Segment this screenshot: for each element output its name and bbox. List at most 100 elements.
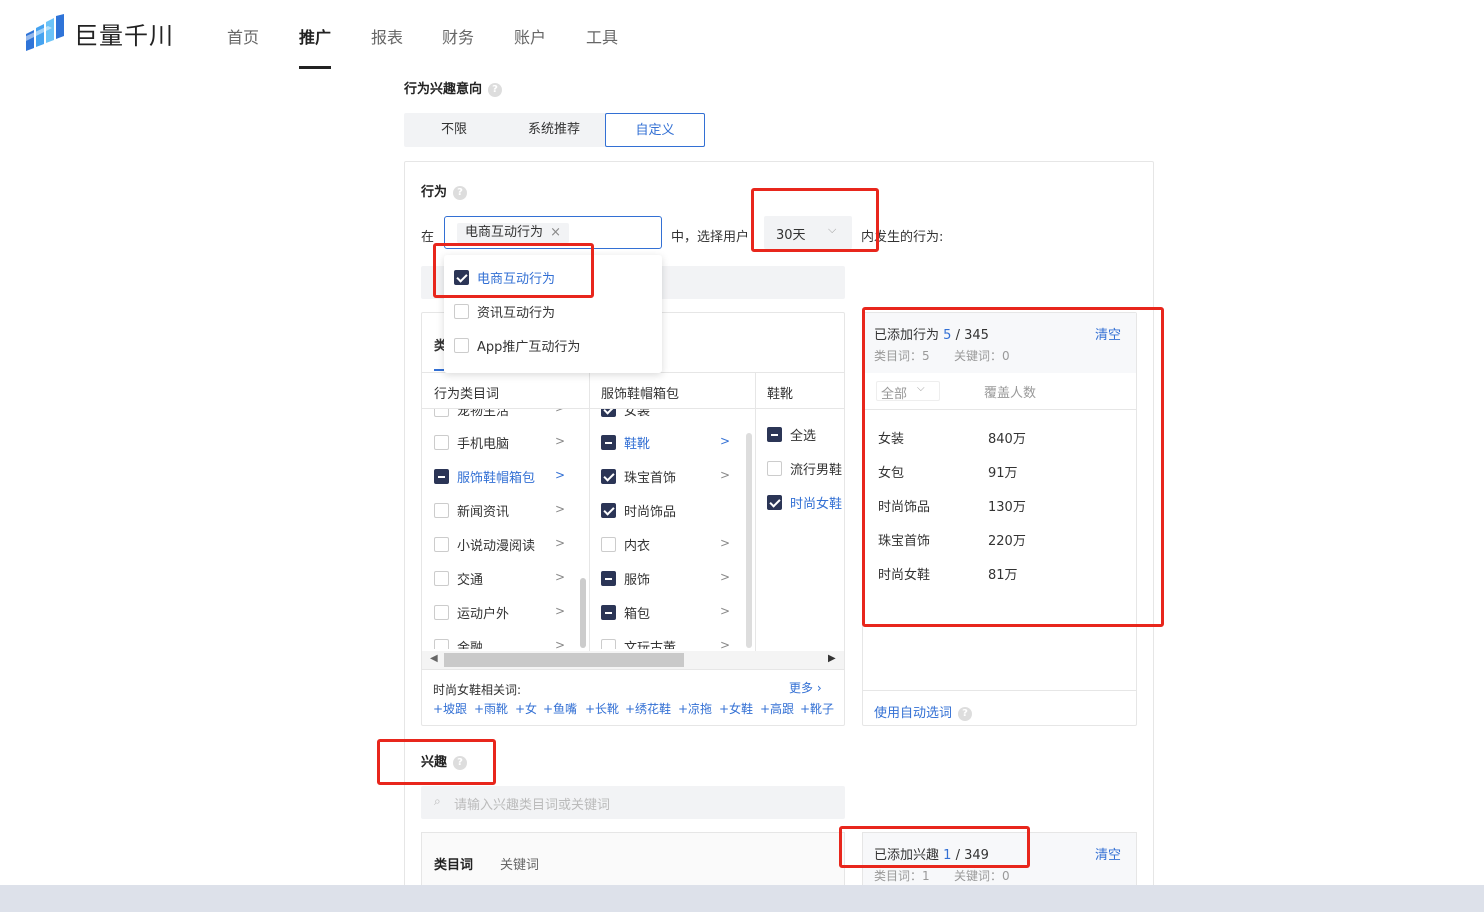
scroll-thumb[interactable] (444, 653, 684, 667)
scroll-right-icon[interactable]: ▶ (828, 653, 836, 664)
behavior-scene-select[interactable]: 电商互动行为 × (444, 216, 662, 249)
brand-logo[interactable]: 巨量千川 (22, 14, 174, 52)
checkbox[interactable] (767, 460, 782, 476)
related-word[interactable]: +鱼嘴 (543, 700, 577, 717)
related-word[interactable]: +坡跟 (433, 700, 467, 717)
related-word[interactable]: +雨靴 (474, 700, 508, 717)
tab-category[interactable]: 类目词 (434, 854, 473, 873)
chevron-right-icon[interactable]: > (720, 434, 730, 448)
close-icon[interactable]: × (550, 225, 561, 240)
interest-search-input[interactable]: ⌕ 请输入兴趣类目词或关键词 (421, 786, 845, 819)
list-item[interactable]: 手机电脑 (434, 432, 509, 452)
tab-keyword[interactable]: 关键词 (500, 854, 539, 873)
list-item[interactable]: 时尚饰品 (601, 500, 676, 520)
added-item-coverage: 91万 (988, 466, 1018, 481)
option-system-recommend[interactable]: 系统推荐 (504, 113, 604, 147)
related-word[interactable]: +凉拖 (678, 700, 712, 717)
help-icon[interactable]: ? (958, 706, 973, 721)
list-item[interactable]: 金融 (434, 636, 483, 649)
chevron-right-icon[interactable]: > (720, 638, 730, 649)
nav-promotion[interactable]: 推广 (299, 24, 331, 48)
list-item[interactable]: 时尚女鞋 (767, 492, 842, 512)
list-item[interactable]: 珠宝首饰 (601, 466, 676, 486)
related-word[interactable]: +高跟 (760, 700, 794, 717)
chevron-right-icon[interactable]: > (555, 536, 565, 550)
dropdown-option-news[interactable]: 资讯互动行为 (454, 299, 555, 323)
checkbox[interactable] (601, 434, 616, 450)
list-item[interactable]: 全选 (767, 424, 816, 444)
checkbox[interactable] (601, 638, 616, 649)
horizontal-scrollbar[interactable]: ◀ ▶ (422, 651, 844, 669)
list-item[interactable]: 服饰鞋帽箱包 (434, 466, 535, 486)
dropdown-option-app[interactable]: App推广互动行为 (454, 333, 580, 357)
chevron-right-icon[interactable]: > (555, 409, 565, 415)
checkbox[interactable] (434, 502, 449, 518)
nav-finance[interactable]: 财务 (442, 24, 474, 48)
more-link[interactable]: 更多 › (789, 679, 822, 696)
related-word[interactable]: +靴子 (800, 700, 834, 717)
chevron-right-icon[interactable]: > (555, 434, 565, 448)
nav-tools[interactable]: 工具 (586, 24, 618, 48)
list-item[interactable]: 交通 (434, 568, 483, 588)
checkbox[interactable] (601, 468, 616, 484)
dropdown-option-ecommerce[interactable]: 电商互动行为 (454, 265, 555, 289)
checkbox[interactable] (434, 409, 449, 417)
nav-reports[interactable]: 报表 (371, 24, 403, 48)
checkbox[interactable] (434, 604, 449, 620)
filter-select[interactable]: 全部 ⌵ (876, 381, 940, 402)
chevron-right-icon[interactable]: > (555, 502, 565, 516)
list-item[interactable]: 宠物生活 (434, 409, 509, 419)
list-item[interactable]: 鞋靴 (601, 432, 650, 452)
help-icon[interactable]: ? (453, 755, 468, 770)
checkbox[interactable] (454, 303, 469, 319)
checkbox[interactable] (434, 570, 449, 586)
help-icon[interactable]: ? (488, 82, 503, 97)
list-item[interactable]: 文玩古董 (601, 636, 676, 649)
checkbox[interactable] (434, 434, 449, 450)
checkbox[interactable] (767, 426, 782, 442)
option-custom[interactable]: 自定义 (605, 113, 705, 147)
chevron-right-icon[interactable]: > (720, 570, 730, 584)
list-item[interactable]: 箱包 (601, 602, 650, 622)
checkbox[interactable] (601, 570, 616, 586)
list-item[interactable]: 运动户外 (434, 602, 509, 622)
checkbox[interactable] (454, 269, 469, 285)
related-word[interactable]: +长靴 (585, 700, 619, 717)
checkbox[interactable] (601, 604, 616, 620)
checkbox[interactable] (434, 638, 449, 649)
checkbox[interactable] (434, 468, 449, 484)
related-word[interactable]: +女鞋 (719, 700, 753, 717)
nav-home[interactable]: 首页 (227, 24, 259, 48)
list-item[interactable]: 流行男鞋 (767, 458, 842, 478)
auto-select-link[interactable]: 使用自动选词? (874, 702, 973, 721)
related-word[interactable]: +女 (515, 700, 537, 717)
scroll-left-icon[interactable]: ◀ (430, 653, 438, 664)
chevron-right-icon[interactable]: > (720, 536, 730, 550)
checkbox[interactable] (601, 409, 616, 417)
checkbox[interactable] (434, 536, 449, 552)
checkbox[interactable] (454, 337, 469, 353)
filter-value: 全部 (881, 387, 908, 402)
checkbox[interactable] (601, 502, 616, 518)
list-item[interactable]: 女装 (601, 409, 650, 419)
list-item[interactable]: 内衣 (601, 534, 650, 554)
chevron-right-icon[interactable]: > (720, 468, 730, 482)
list-item[interactable]: 新闻资讯 (434, 500, 509, 520)
list-item[interactable]: 服饰 (601, 568, 650, 588)
help-icon[interactable]: ? (453, 185, 468, 200)
checkbox[interactable] (601, 536, 616, 552)
days-select[interactable]: 30天 ⌵ (764, 216, 852, 249)
chevron-right-icon[interactable]: > (555, 570, 565, 584)
chevron-right-icon[interactable]: > (555, 468, 565, 482)
chevron-right-icon[interactable]: > (555, 638, 565, 649)
option-unlimited[interactable]: 不限 (404, 113, 504, 147)
scrollbar[interactable] (746, 433, 752, 648)
related-word[interactable]: +绣花鞋 (625, 700, 671, 717)
checkbox[interactable] (767, 494, 782, 510)
clear-button[interactable]: 清空 (1095, 324, 1121, 343)
clear-button[interactable]: 清空 (1095, 844, 1121, 863)
list-item[interactable]: 小说动漫阅读 (434, 534, 535, 554)
nav-account[interactable]: 账户 (514, 24, 546, 48)
chevron-right-icon[interactable]: > (555, 604, 565, 618)
chevron-right-icon[interactable]: > (720, 604, 730, 618)
